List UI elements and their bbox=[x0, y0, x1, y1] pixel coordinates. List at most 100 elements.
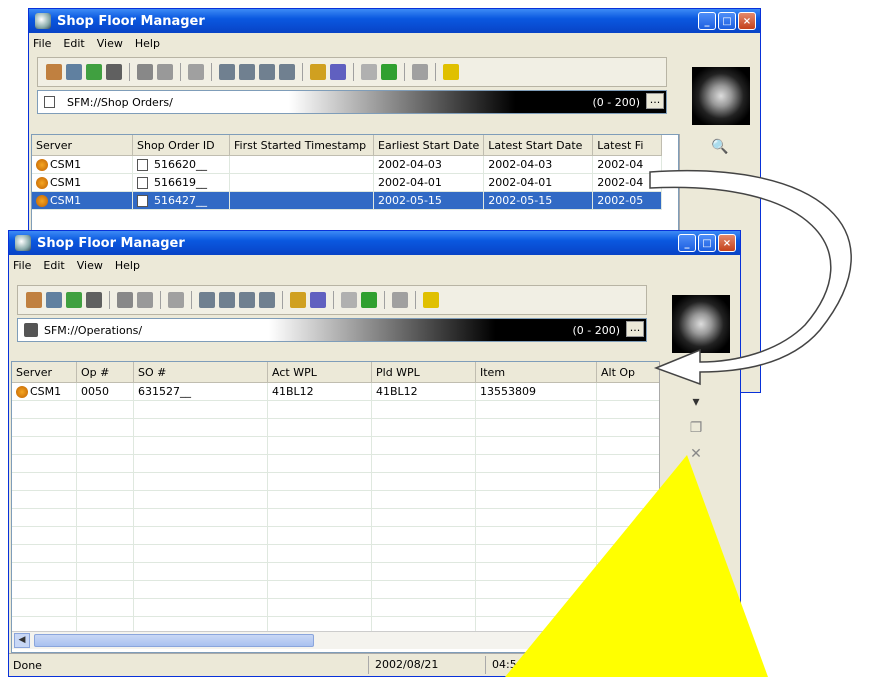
lock-icon[interactable] bbox=[117, 292, 133, 308]
close-button[interactable]: × bbox=[718, 234, 736, 252]
copy-icon[interactable]: ❐ bbox=[672, 415, 720, 441]
maximize-button[interactable]: □ bbox=[698, 234, 716, 252]
zoom-icon[interactable]: 🔍 bbox=[696, 134, 744, 160]
empty-row bbox=[12, 526, 660, 545]
back-address-bar[interactable]: SFM://Shop Orders/ (0 - 200) ... bbox=[37, 90, 667, 114]
empty-row bbox=[12, 544, 660, 563]
minimize-button[interactable]: _ bbox=[698, 12, 716, 30]
close-button[interactable]: × bbox=[738, 12, 756, 30]
status-date: 2002/08/21 bbox=[368, 656, 485, 674]
help-icon[interactable] bbox=[443, 64, 459, 80]
menu-file[interactable]: File bbox=[13, 259, 31, 272]
print-icon[interactable] bbox=[412, 64, 428, 80]
empty-row bbox=[12, 562, 660, 581]
excel-icon[interactable] bbox=[381, 64, 397, 80]
col-act-wpl[interactable]: Act WPL bbox=[267, 362, 372, 383]
status-bar: Done 2002/08/21 04:5 bbox=[9, 653, 740, 676]
tool-icon[interactable] bbox=[290, 292, 306, 308]
front-title-bar[interactable]: Shop Floor Manager _ □ × bbox=[9, 231, 740, 255]
help-icon[interactable] bbox=[423, 292, 439, 308]
horizontal-scrollbar[interactable]: ◀ bbox=[12, 631, 658, 649]
app-icon bbox=[15, 235, 31, 251]
excel-icon[interactable] bbox=[361, 292, 377, 308]
menu-view[interactable]: View bbox=[77, 259, 103, 272]
table-row[interactable]: CSM1 516620__ 2002-04-03 2002-04-03 2002… bbox=[32, 155, 663, 174]
front-address-text: SFM://Operations/ bbox=[44, 323, 143, 337]
col-op-number[interactable]: Op # bbox=[76, 362, 134, 383]
binoculars-icon[interactable] bbox=[46, 64, 62, 80]
order-report-icon[interactable] bbox=[259, 292, 275, 308]
back-title-bar[interactable]: Shop Floor Manager _ □ × bbox=[29, 9, 760, 33]
col-latest-finish[interactable]: Latest Fi bbox=[592, 135, 663, 156]
col-alt-op[interactable]: Alt Op bbox=[596, 362, 660, 383]
back-range: (0 - 200) bbox=[592, 95, 640, 109]
minimize-button[interactable]: _ bbox=[678, 234, 696, 252]
col-shop-order-id[interactable]: Shop Order ID bbox=[132, 135, 230, 156]
col-latest-start[interactable]: Latest Start Date bbox=[483, 135, 594, 156]
empty-row bbox=[12, 580, 660, 599]
tools-icon[interactable] bbox=[86, 292, 102, 308]
table-row[interactable]: CSM1 516619__ 2002-04-01 2002-04-01 2002… bbox=[32, 173, 663, 192]
back-address-text: SFM://Shop Orders/ bbox=[67, 95, 173, 109]
operations-icon bbox=[24, 323, 38, 337]
folder-icon[interactable] bbox=[66, 64, 82, 80]
operations-icon[interactable] bbox=[168, 292, 184, 308]
order-icon bbox=[137, 195, 148, 207]
col-earliest-start[interactable]: Earliest Start Date bbox=[373, 135, 485, 156]
order-report-icon[interactable] bbox=[279, 64, 295, 80]
scroll-thumb[interactable] bbox=[34, 634, 314, 647]
order-icon[interactable] bbox=[199, 292, 215, 308]
order-detail-icon[interactable] bbox=[259, 64, 275, 80]
settings-icon[interactable] bbox=[137, 292, 153, 308]
front-sidebar: ▾ ❐ ✕ bbox=[659, 361, 740, 651]
front-address-bar[interactable]: SFM://Operations/ (0 - 200) ... bbox=[17, 318, 647, 342]
network-icon[interactable] bbox=[66, 292, 82, 308]
tool-icon[interactable] bbox=[310, 64, 326, 80]
menu-view[interactable]: View bbox=[97, 37, 123, 50]
col-so-number[interactable]: SO # bbox=[133, 362, 268, 383]
server-icon bbox=[36, 177, 48, 189]
status-time: 04:5 bbox=[485, 656, 612, 674]
col-first-started[interactable]: First Started Timestamp bbox=[229, 135, 374, 156]
binoculars-icon[interactable] bbox=[26, 292, 42, 308]
operations-icon[interactable] bbox=[188, 64, 204, 80]
front-browse-button[interactable]: ... bbox=[626, 321, 644, 337]
lock-icon[interactable] bbox=[137, 64, 153, 80]
order-icon[interactable] bbox=[219, 64, 235, 80]
back-browse-button[interactable]: ... bbox=[646, 93, 664, 109]
server-icon bbox=[16, 386, 28, 398]
col-item[interactable]: Item bbox=[475, 362, 597, 383]
user-icon[interactable] bbox=[330, 64, 346, 80]
menu-help[interactable]: Help bbox=[135, 37, 160, 50]
back-menubar: File Edit View Help bbox=[29, 33, 760, 53]
table-row-selected[interactable]: CSM1 516427__ 2002-05-15 2002-05-15 2002… bbox=[32, 191, 663, 210]
user-icon[interactable] bbox=[310, 292, 326, 308]
col-server[interactable]: Server bbox=[32, 135, 133, 156]
front-menubar: File Edit View Help bbox=[9, 255, 740, 275]
order-detail-icon[interactable] bbox=[239, 292, 255, 308]
maximize-button[interactable]: □ bbox=[718, 12, 736, 30]
properties-icon[interactable] bbox=[341, 292, 357, 308]
order-list-icon[interactable] bbox=[219, 292, 235, 308]
delete-icon[interactable]: ✕ bbox=[672, 441, 720, 467]
folder-icon[interactable] bbox=[46, 292, 62, 308]
menu-help[interactable]: Help bbox=[115, 259, 140, 272]
scroll-left-arrow[interactable]: ◀ bbox=[14, 633, 30, 648]
col-pld-wpl[interactable]: Pld WPL bbox=[371, 362, 476, 383]
properties-icon[interactable] bbox=[361, 64, 377, 80]
tools-icon[interactable] bbox=[106, 64, 122, 80]
network-icon[interactable] bbox=[86, 64, 102, 80]
menu-file[interactable]: File bbox=[33, 37, 51, 50]
empty-row bbox=[12, 490, 660, 509]
table-row[interactable]: CSM1 0050 631527__ 41BL12 41BL12 1355380… bbox=[12, 382, 660, 401]
order-list-icon[interactable] bbox=[239, 64, 255, 80]
operations-dropdown-icon[interactable]: ▾ bbox=[672, 389, 720, 415]
app-logo bbox=[692, 67, 750, 125]
settings-icon[interactable] bbox=[157, 64, 173, 80]
front-range: (0 - 200) bbox=[572, 323, 620, 337]
col-server[interactable]: Server bbox=[12, 362, 77, 383]
menu-edit[interactable]: Edit bbox=[63, 37, 84, 50]
menu-edit[interactable]: Edit bbox=[43, 259, 64, 272]
empty-row bbox=[12, 598, 660, 617]
print-icon[interactable] bbox=[392, 292, 408, 308]
